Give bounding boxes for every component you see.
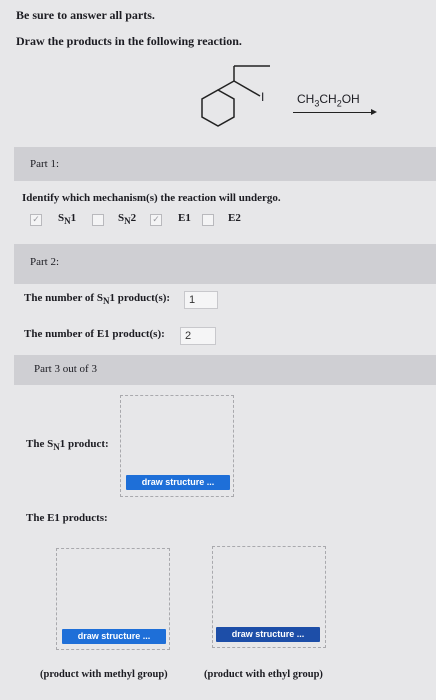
instruction-line-1: Be sure to answer all parts. (16, 8, 155, 22)
ethyl-draw-structure-button[interactable]: draw structure ... (216, 627, 320, 642)
e1-option-label[interactable]: E1 (178, 212, 191, 224)
sn1-product-label: The SN1 product: (26, 438, 109, 453)
e1-count-input[interactable]: 2 (180, 327, 216, 345)
arrow-head-icon (371, 109, 377, 115)
sn1-checkbox[interactable]: ✓ (30, 214, 42, 226)
sn1-draw-structure-button[interactable]: draw structure ... (126, 475, 230, 490)
part2-header-band (14, 244, 436, 284)
iodine-label: I (261, 90, 265, 104)
e1-count-question: The number of E1 product(s): (24, 328, 165, 340)
e1-checkbox[interactable]: ✓ (150, 214, 162, 226)
e2-checkbox[interactable] (202, 214, 214, 226)
sn1-count-question: The number of SN1 product(s): (24, 292, 171, 307)
reagent-label: CH3CH2OH (297, 92, 360, 109)
methyl-product-caption: (product with methyl group) (40, 669, 168, 680)
part2-label: Part 2: (30, 256, 60, 268)
part1-question: Identify which mechanism(s) the reaction… (22, 192, 281, 204)
part1-label: Part 1: (30, 158, 60, 170)
instruction-line-2: Draw the products in the following react… (16, 34, 242, 48)
reaction-arrow (293, 112, 373, 113)
e1-products-label: The E1 products: (26, 512, 108, 524)
sn2-option-label[interactable]: SN2 (118, 212, 136, 226)
sn1-count-input[interactable]: 1 (184, 291, 218, 309)
reactant-structure (201, 65, 270, 127)
part3-label: Part 3 out of 3 (34, 363, 97, 375)
sn2-checkbox[interactable] (92, 214, 104, 226)
e2-option-label[interactable]: E2 (228, 212, 241, 224)
part1-header-band (14, 147, 436, 181)
ethyl-product-caption: (product with ethyl group) (204, 669, 323, 680)
sn1-option-label[interactable]: SN1 (58, 212, 76, 226)
methyl-draw-structure-button[interactable]: draw structure ... (62, 629, 166, 644)
